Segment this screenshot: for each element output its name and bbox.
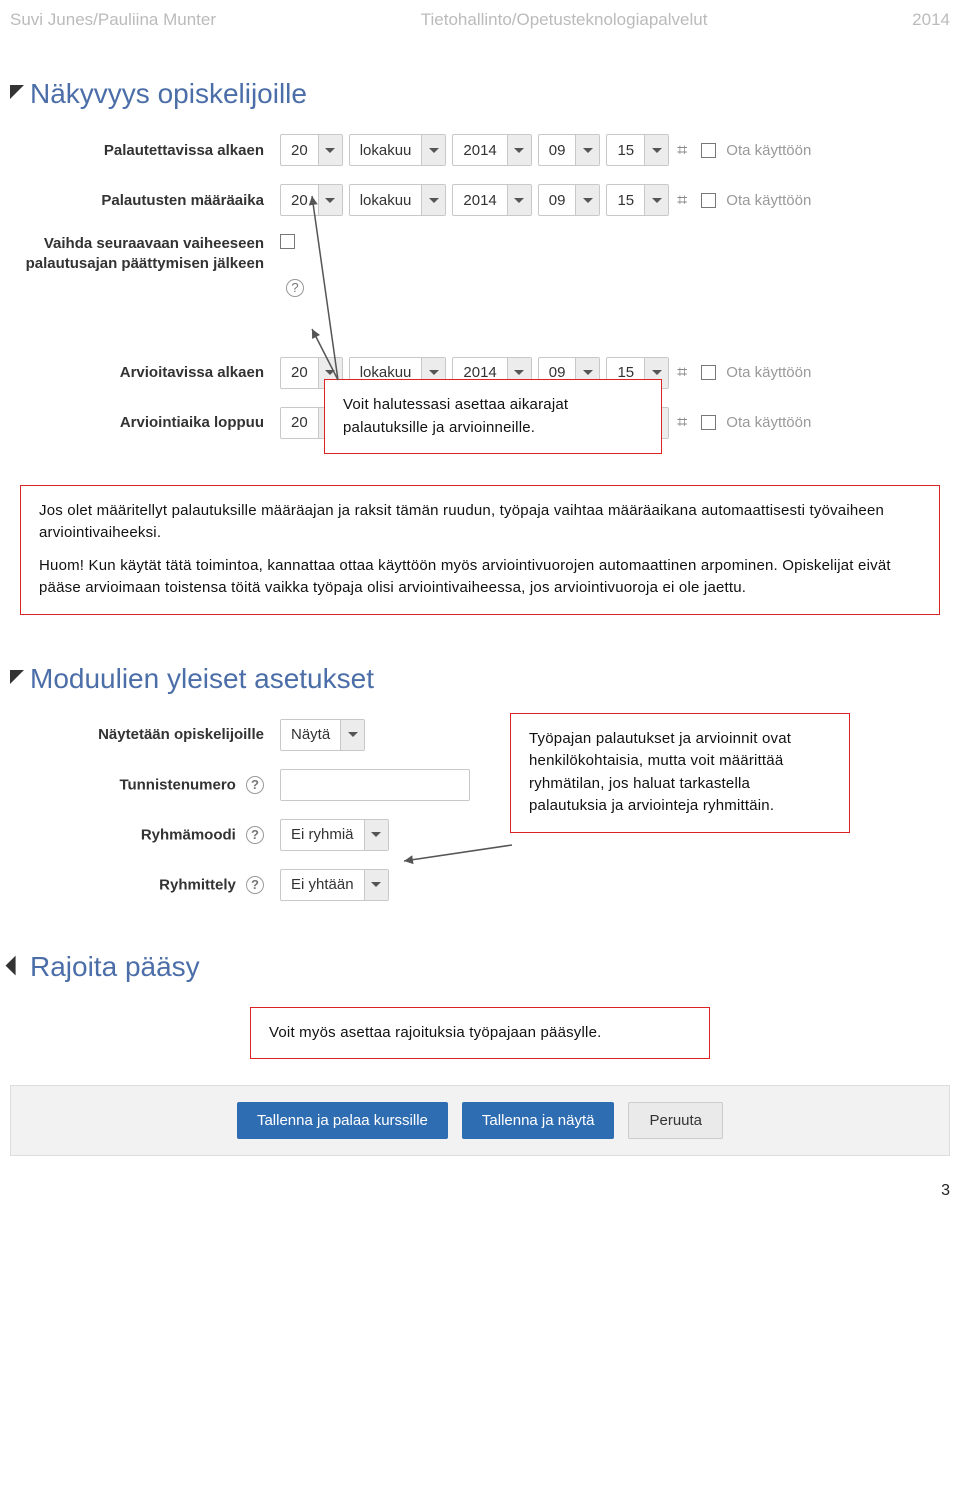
- section-module[interactable]: Moduulien yleiset asetukset: [10, 663, 950, 695]
- arrow-icon: [302, 184, 362, 414]
- calendar-icon[interactable]: ⌗: [677, 412, 687, 433]
- section-visibility[interactable]: Näkyvyys opiskelijoille: [10, 78, 950, 110]
- label-assess-end: Arviointiaika loppuu: [10, 414, 280, 431]
- enable-label: Ota käyttöön: [726, 192, 811, 209]
- help-icon[interactable]: ?: [246, 826, 264, 844]
- hour-select[interactable]: 09: [538, 134, 601, 166]
- help-icon[interactable]: ?: [246, 876, 264, 894]
- enable-label: Ota käyttöön: [726, 414, 811, 431]
- footer-buttons: Tallenna ja palaa kurssille Tallenna ja …: [10, 1085, 950, 1156]
- calendar-icon[interactable]: ⌗: [677, 190, 687, 211]
- section-restrict[interactable]: Rajoita pääsy: [10, 951, 950, 983]
- day-select[interactable]: 20: [280, 134, 343, 166]
- header-dept: Tietohallinto/Opetusteknologiapalvelut: [421, 10, 708, 30]
- calendar-icon[interactable]: ⌗: [677, 140, 687, 161]
- label-next-phase: Vaihda seuraavaan vaiheeseen palautusaja…: [10, 234, 280, 275]
- help-icon[interactable]: ?: [246, 776, 264, 794]
- callout-deadlines: Voit halutessasi asettaa aikarajat palau…: [324, 379, 662, 454]
- enable-label: Ota käyttöön: [726, 364, 811, 381]
- month-select[interactable]: lokakuu: [349, 184, 447, 216]
- label-grouping: Ryhmittely ?: [10, 876, 280, 894]
- hour-select[interactable]: 09: [538, 184, 601, 216]
- label-show-students: Näytetään opiskelijoille: [10, 726, 280, 743]
- label-submit-by: Palautusten määräaika: [10, 192, 280, 209]
- minute-select[interactable]: 15: [606, 184, 669, 216]
- save-return-button[interactable]: Tallenna ja palaa kurssille: [237, 1102, 448, 1139]
- year-select[interactable]: 2014: [452, 184, 531, 216]
- page-number: 3: [0, 1166, 960, 1210]
- label-submit-from: Palautettavissa alkaen: [10, 142, 280, 159]
- header-author: Suvi Junes/Pauliina Munter: [10, 10, 216, 30]
- enable-checkbox[interactable]: [701, 143, 716, 158]
- show-select[interactable]: Näytä: [280, 719, 365, 751]
- month-select[interactable]: lokakuu: [349, 134, 447, 166]
- grouping-select[interactable]: Ei yhtään: [280, 869, 389, 901]
- groupmode-select[interactable]: Ei ryhmiä: [280, 819, 389, 851]
- idnumber-input[interactable]: [280, 769, 470, 801]
- callout-groups: Työpajan palautukset ja arvioinnit ovat …: [510, 713, 850, 833]
- checkbox-next-phase[interactable]: [280, 234, 295, 249]
- label-idnumber: Tunnistenumero ?: [10, 776, 280, 794]
- enable-checkbox[interactable]: [701, 415, 716, 430]
- arrow-icon: [398, 805, 528, 875]
- cancel-button[interactable]: Peruuta: [628, 1102, 723, 1139]
- header-year: 2014: [912, 10, 950, 30]
- page-header: Suvi Junes/Pauliina Munter Tietohallinto…: [0, 0, 960, 30]
- enable-checkbox[interactable]: [701, 365, 716, 380]
- enable-checkbox[interactable]: [701, 193, 716, 208]
- callout-autophase: Jos olet määritellyt palautuksille määrä…: [20, 485, 940, 615]
- callout-restrict: Voit myös asettaa rajoituksia työpajaan …: [250, 1007, 710, 1060]
- label-assess-from: Arvioitavissa alkaen: [10, 364, 280, 381]
- minute-select[interactable]: 15: [606, 134, 669, 166]
- enable-label: Ota käyttöön: [726, 142, 811, 159]
- calendar-icon[interactable]: ⌗: [677, 362, 687, 383]
- label-groupmode: Ryhmämoodi ?: [10, 826, 280, 844]
- year-select[interactable]: 2014: [452, 134, 531, 166]
- save-show-button[interactable]: Tallenna ja näytä: [462, 1102, 615, 1139]
